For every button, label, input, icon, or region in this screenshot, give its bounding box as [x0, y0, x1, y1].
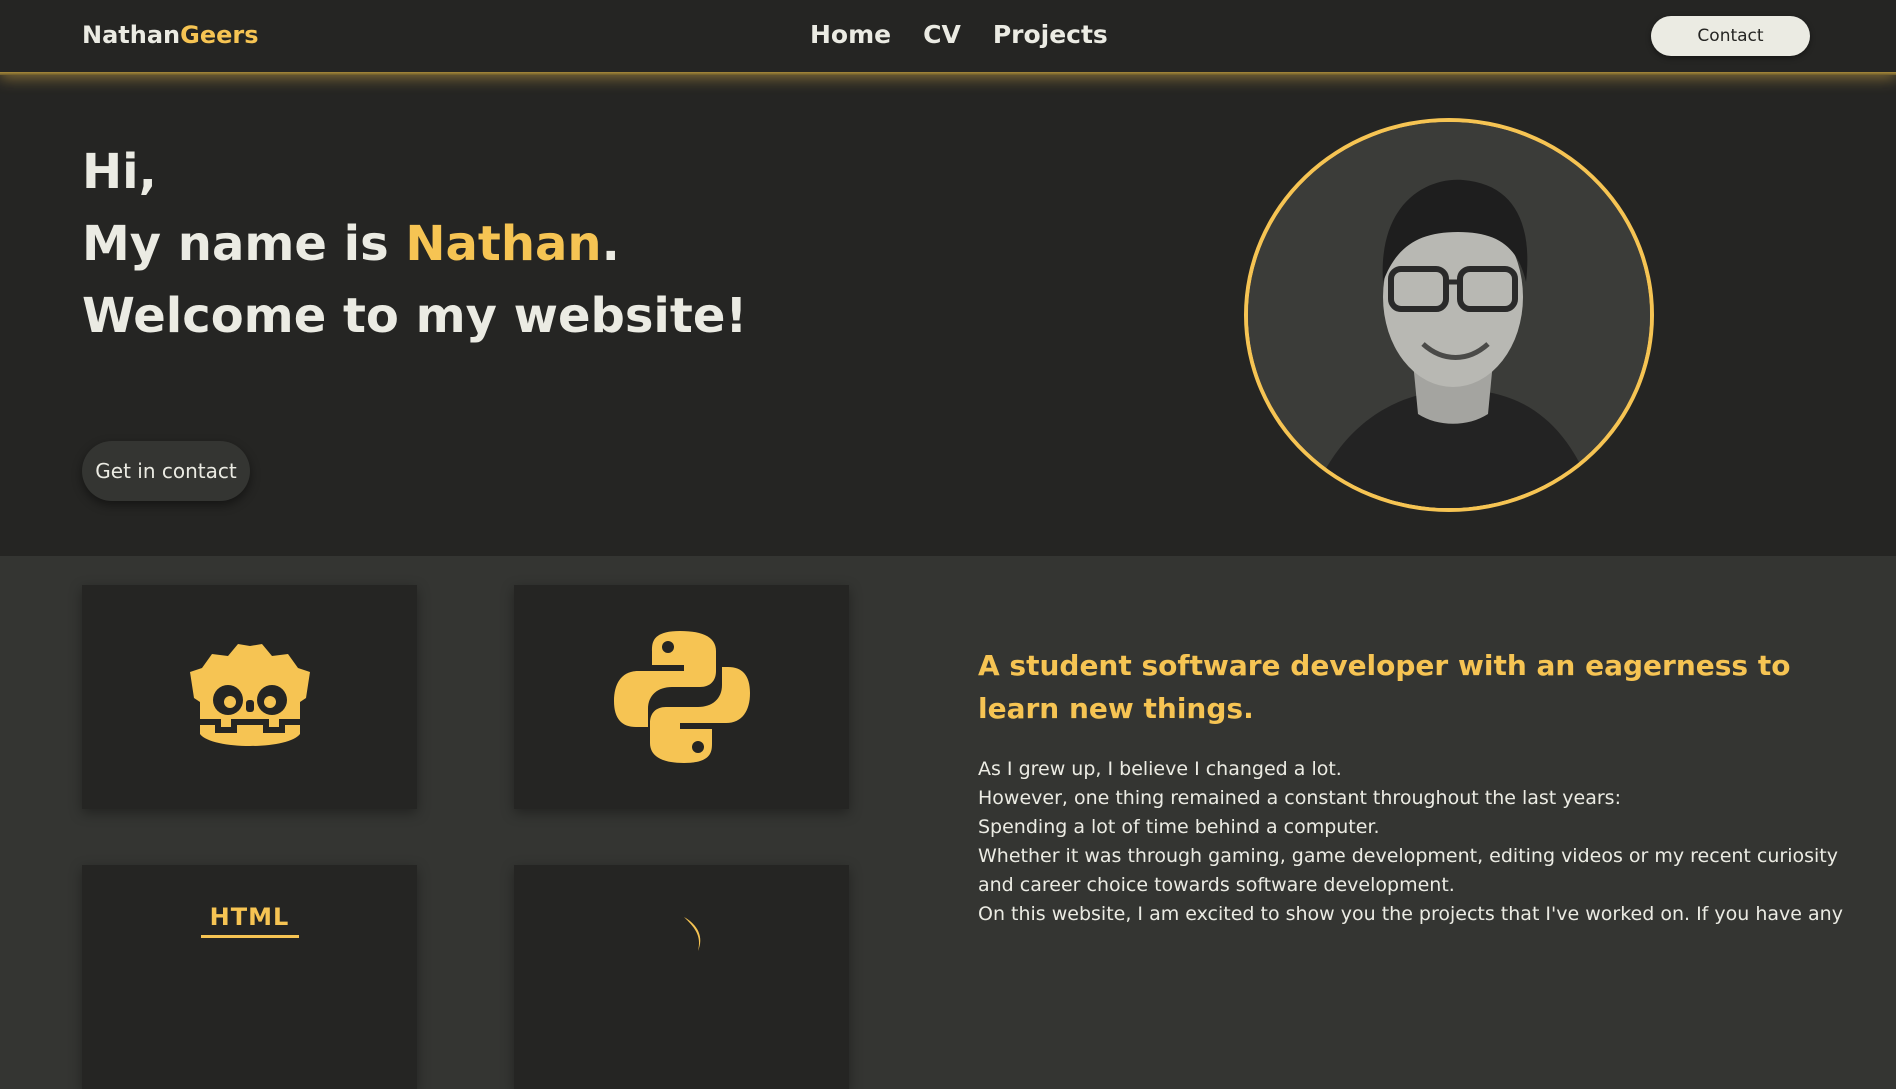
skill-card-godot: [82, 585, 417, 809]
about-line: On this website, I am excited to show yo…: [978, 903, 1843, 925]
about-body: As I grew up, I believe I changed a lot.…: [978, 755, 1858, 929]
nav-link-home[interactable]: Home: [810, 20, 891, 49]
about-line: Whether it was through gaming, game deve…: [978, 845, 1838, 867]
hero-name-suffix: .: [601, 216, 620, 272]
hero-section: Hi, My name is Nathan. Welcome to my web…: [0, 75, 1896, 556]
about-line: However, one thing remained a constant t…: [978, 787, 1621, 809]
nav-link-projects[interactable]: Projects: [993, 20, 1108, 49]
hero-welcome: Welcome to my website!: [82, 288, 748, 344]
hero-name-line: My name is Nathan.: [82, 216, 620, 272]
python-icon: [613, 631, 750, 763]
swift-icon: [684, 917, 701, 951]
godot-icon: [189, 644, 310, 746]
about-heading: A student software developer with an eag…: [978, 649, 1791, 725]
hero-name-prefix: My name is: [82, 216, 406, 272]
skill-card-swift: [514, 865, 849, 1089]
profile-photo: [1244, 118, 1654, 512]
about-section: A student software developer with an eag…: [978, 644, 1858, 929]
about-line: and career choice towards software devel…: [978, 874, 1455, 896]
profile-photo-image: [1248, 122, 1650, 508]
nav-links: Home CV Projects: [810, 20, 1108, 49]
about-line: Spending a lot of time behind a computer…: [978, 816, 1380, 838]
navbar: NathanGeers Home CV Projects Contact: [0, 0, 1896, 75]
skill-card-html: HTML: [82, 865, 417, 1089]
brand-last-name: Geers: [180, 21, 259, 49]
brand-logo[interactable]: NathanGeers: [82, 21, 259, 49]
nav-link-cv[interactable]: CV: [923, 20, 961, 49]
skill-card-python: [514, 585, 849, 809]
contact-button[interactable]: Contact: [1651, 16, 1810, 56]
about-line: As I grew up, I believe I changed a lot.: [978, 758, 1342, 780]
hero-name: Nathan: [405, 216, 602, 272]
hero-greeting: Hi,: [82, 144, 157, 200]
html-icon: HTML: [209, 903, 290, 931]
brand-first-name: Nathan: [82, 21, 181, 49]
get-in-contact-button[interactable]: Get in contact: [82, 441, 250, 501]
